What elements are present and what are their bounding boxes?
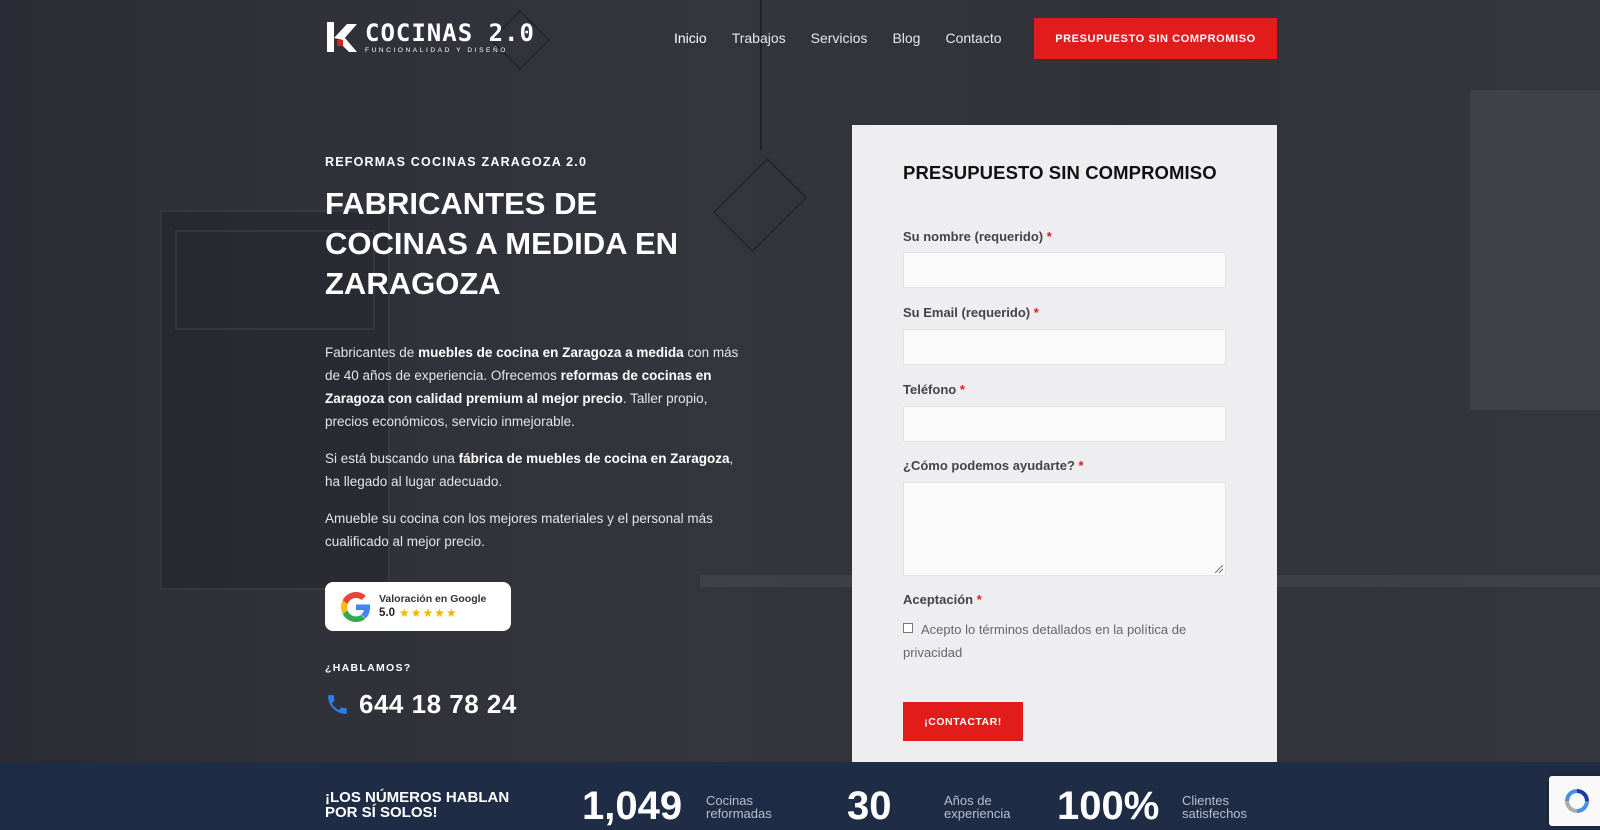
bg-shelf (1470, 90, 1600, 410)
nav-trabajos[interactable]: Trabajos (732, 30, 786, 46)
talk-label: ¿HABLAMOS? (325, 662, 412, 674)
acceptance-row: Acepto lo términos detallados en la polí… (903, 618, 1233, 664)
recaptcha-icon (1565, 789, 1589, 813)
site-logo[interactable]: COCINAS 2.0 FUNCIONALIDAD Y DISEÑO (325, 20, 535, 54)
hero-paragraph-2: Si está buscando una fábrica de muebles … (325, 451, 734, 489)
message-field[interactable] (903, 482, 1226, 576)
hero-paragraph-3: Amueble su cocina con los mejores materi… (325, 511, 713, 549)
recaptcha-badge[interactable] (1549, 776, 1600, 826)
budget-cta-button[interactable]: PRESUPUESTO SIN COMPROMISO (1034, 18, 1277, 59)
nav-blog[interactable]: Blog (892, 30, 920, 46)
phone-link[interactable]: 644 18 78 24 (325, 689, 517, 720)
stat-label: Cocinas reformadas (706, 793, 772, 821)
phone-label: Teléfono * (903, 382, 965, 397)
google-rating-badge[interactable]: Valoración en Google 5.0 ★★★★★ (325, 582, 511, 631)
logo-mark-icon (327, 22, 357, 52)
acceptance-text: Acepto lo términos detallados en la polí… (903, 622, 1187, 660)
form-title: PRESUPUESTO SIN COMPROMISO (903, 162, 1217, 183)
resize-grip-icon[interactable] (1215, 565, 1223, 573)
acceptance-label: Aceptación * (903, 592, 982, 607)
hero-title: FABRICANTES DE COCINAS A MEDIDA EN ZARAG… (325, 186, 679, 301)
message-label: ¿Cómo podemos ayudarte? * (903, 458, 1084, 473)
acceptance-checkbox[interactable] (903, 623, 913, 633)
main-nav: Inicio Trabajos Servicios Blog Contacto (674, 30, 1002, 46)
nav-servicios[interactable]: Servicios (811, 30, 868, 46)
phone-field[interactable] (903, 406, 1226, 442)
hero-paragraph-1: Fabricantes de muebles de cocina en Zara… (325, 345, 739, 429)
hero-kicker: REFORMAS COCINAS ZARAGOZA 2.0 (325, 155, 588, 169)
google-rating-score: 5.0 (379, 607, 395, 619)
logo-subtitle: FUNCIONALIDAD Y DISEÑO (365, 46, 508, 54)
phone-number: 644 18 78 24 (359, 689, 517, 719)
stat-value: 30 (847, 784, 892, 828)
google-g-icon (341, 591, 371, 622)
quote-form: PRESUPUESTO SIN COMPROMISO Su nombre (re… (852, 125, 1277, 762)
stat-label: Años de experiencia (944, 793, 1011, 821)
hero-background (0, 0, 1600, 762)
stat-label: Clientes satisfechos (1182, 793, 1248, 821)
stats-title: ¡LOS NÚMEROS HABLAN POR SÍ SOLOS! (325, 789, 510, 821)
contact-submit-button[interactable]: ¡CONTACTAR! (903, 702, 1023, 741)
nav-contacto[interactable]: Contacto (945, 30, 1001, 46)
name-field[interactable] (903, 252, 1226, 288)
stats-bar: ¡LOS NÚMEROS HABLAN POR SÍ SOLOS! 1,049 … (0, 762, 1600, 830)
nav-inicio[interactable]: Inicio (674, 30, 707, 46)
email-field[interactable] (903, 329, 1226, 365)
email-label: Su Email (requerido) * (903, 305, 1039, 320)
stat-value: 1,049 (582, 784, 683, 828)
google-rating-label: Valoración en Google (379, 593, 487, 605)
site-header: COCINAS 2.0 FUNCIONALIDAD Y DISEÑO Inici… (0, 0, 1600, 80)
logo-title: COCINAS 2.0 (365, 18, 535, 47)
stat-value: 100% (1057, 784, 1160, 828)
star-icon: ★★★★★ (399, 606, 458, 620)
name-label: Su nombre (requerido) * (903, 229, 1052, 244)
phone-icon (328, 695, 347, 714)
